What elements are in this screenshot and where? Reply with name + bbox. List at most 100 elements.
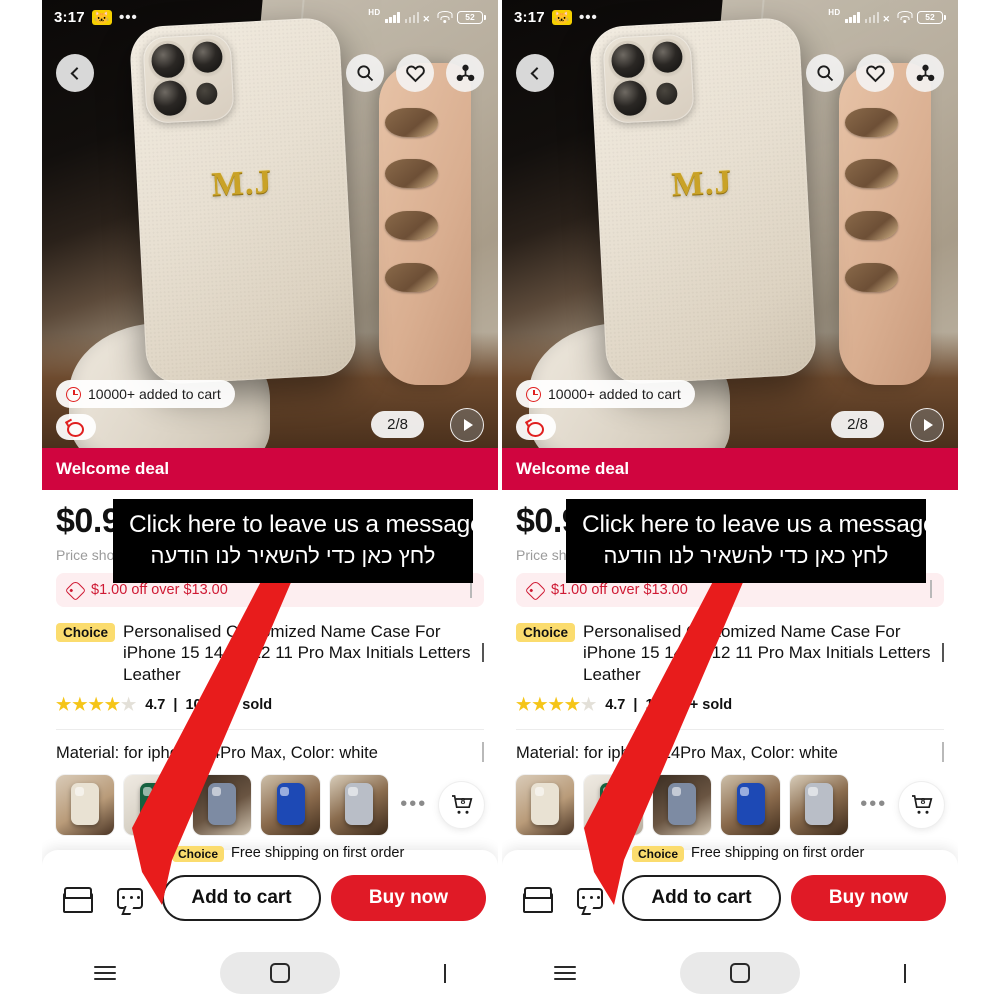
welcome-deal-bar[interactable]: Welcome deal [42,448,498,490]
status-bar-left: 3:17 🐱 ••• [514,9,598,26]
share-button[interactable] [906,54,944,92]
sold-count: 10,000+ sold [185,696,273,713]
buy-now-label: Buy now [828,887,909,908]
share-button[interactable] [446,54,484,92]
variant-row[interactable]: Material: for iphone 14Pro Max, Color: w… [516,741,944,763]
star-rating-icon: ★★★★★ [516,694,598,714]
buy-now-button[interactable]: Buy now [331,875,486,921]
hand-fingers [839,62,931,386]
cat-emoji-icon: 🐱 [91,9,113,25]
thumb-grayblue-case[interactable] [652,774,712,835]
annotation-text-he: לחץ כאן כדי להשאיר לנו הודעה [150,543,436,568]
wishlist-button[interactable] [396,54,434,92]
back-button[interactable] [516,54,554,92]
thumb-lightgray-case[interactable] [329,774,389,835]
variant-label: Material: for iphone 14Pro Max, Color: w… [56,743,378,762]
battery-percent: 52 [917,10,943,24]
home-button[interactable] [680,952,800,994]
more-variants-dots[interactable]: ••• [860,793,887,816]
product-title: Personalised Customized Name Case For iP… [123,622,471,684]
divider [56,728,484,730]
camera-lens-icon [609,42,646,79]
camera-flash-icon [195,82,218,106]
buy-now-button[interactable]: Buy now [791,875,946,921]
nail [844,211,898,241]
add-to-cart-button[interactable]: Add to cart [622,875,781,921]
variant-row[interactable]: Material: for iphone 14Pro Max, Color: w… [56,741,484,763]
status-bar-right: HD ✕ 52 [828,7,946,24]
annotation-tooltip-left: Click here to leave us a message לחץ כאן… [113,499,484,583]
product-title-row[interactable]: Choice Personalised Customized Name Case… [56,621,484,685]
welcome-deal-label: Welcome deal [56,459,170,478]
added-to-cart-badge: 10000+ added to cart [56,380,235,408]
chat-button[interactable] [568,876,612,920]
back-button[interactable] [56,54,94,92]
shipping-note-label: Free shipping on first order [231,845,405,861]
rating-row[interactable]: ★★★★★ 4.7 | 10,000+ sold [56,695,484,715]
share-icon [916,64,934,81]
rating-value: 4.7 [605,696,626,713]
camera-lens-icon [149,42,186,79]
hd-label: HD [828,7,841,17]
added-to-cart-label: 10000+ added to cart [88,386,221,402]
chevron-down-icon[interactable] [942,643,944,662]
add-to-cart-button[interactable]: Add to cart [162,875,321,921]
cart-button[interactable]: 8 [899,781,944,828]
chat-button[interactable] [108,876,152,920]
nail [384,211,438,241]
chevron-down-icon[interactable] [482,643,484,662]
heart-icon [865,65,885,82]
product-hero-image[interactable]: M.J 3:17 🐱 ••• HD ✕ 52 10000+ added to c… [42,0,498,448]
cart-button[interactable]: 8 [439,781,484,828]
search-button[interactable] [806,54,844,92]
rating-row[interactable]: ★★★★★ 4.7 | 10,000+ sold [516,695,944,715]
shipping-note-row: Choice Free shipping on first order [42,844,498,862]
share-icon [456,64,474,81]
phone-case-product: M.J [588,17,817,387]
thumb-blue-case[interactable] [721,774,780,835]
product-hero-image[interactable]: M.J 3:17 🐱 ••• HD ✕ 52 10000+ added to c… [502,0,958,448]
search-button[interactable] [346,54,384,92]
recents-button[interactable] [554,966,576,980]
product-title-row[interactable]: Choice Personalised Customized Name Case… [516,621,944,685]
choice-badge-shipping: Choice [172,846,225,862]
choice-badge: Choice [516,623,576,642]
thumb-lightgray-case[interactable] [789,774,849,835]
status-more-dots: ••• [579,8,598,26]
status-bar-left: 3:17 🐱 ••• [54,9,138,26]
thumb-blue-case[interactable] [261,774,320,835]
play-video-button[interactable] [910,408,944,442]
status-more-dots: ••• [119,8,138,26]
nav-back-button[interactable] [444,964,446,983]
annotation-tooltip-right: Click here to leave us a message לחץ כאן… [566,499,937,583]
store-button[interactable] [54,876,98,920]
store-button[interactable] [514,876,558,920]
nav-back-button[interactable] [904,964,906,983]
annotation-text-he: לחץ כאן כדי להשאיר לנו הודעה [603,543,889,568]
hand-fingers [379,62,471,386]
play-icon [924,419,933,431]
bottom-action-bar: Choice Free shipping on first order Add … [502,845,958,946]
thumb-white-case[interactable] [56,774,115,835]
home-button[interactable] [220,952,340,994]
phone-case-product: M.J [128,17,357,387]
home-square-icon [270,963,290,983]
play-video-button[interactable] [450,408,484,442]
product-title: Personalised Customized Name Case For iP… [583,622,931,684]
nail [384,107,438,137]
back-chevron-icon [904,964,906,983]
thumb-grayblue-case[interactable] [192,774,252,835]
wishlist-button[interactable] [856,54,894,92]
thumb-green-case[interactable] [124,774,183,835]
welcome-deal-bar[interactable]: Welcome deal [502,448,958,490]
thumb-white-case[interactable] [516,774,575,835]
battery-icon: 52 [457,10,486,24]
nail [384,159,438,189]
camera-lens-icon [151,80,188,117]
thumb-green-case[interactable] [584,774,643,835]
more-variants-dots[interactable]: ••• [400,793,427,816]
recents-button[interactable] [94,966,116,980]
rating-value: 4.7 [145,696,166,713]
secondary-promo-badge [516,414,556,440]
chevron-right-icon [942,741,944,763]
